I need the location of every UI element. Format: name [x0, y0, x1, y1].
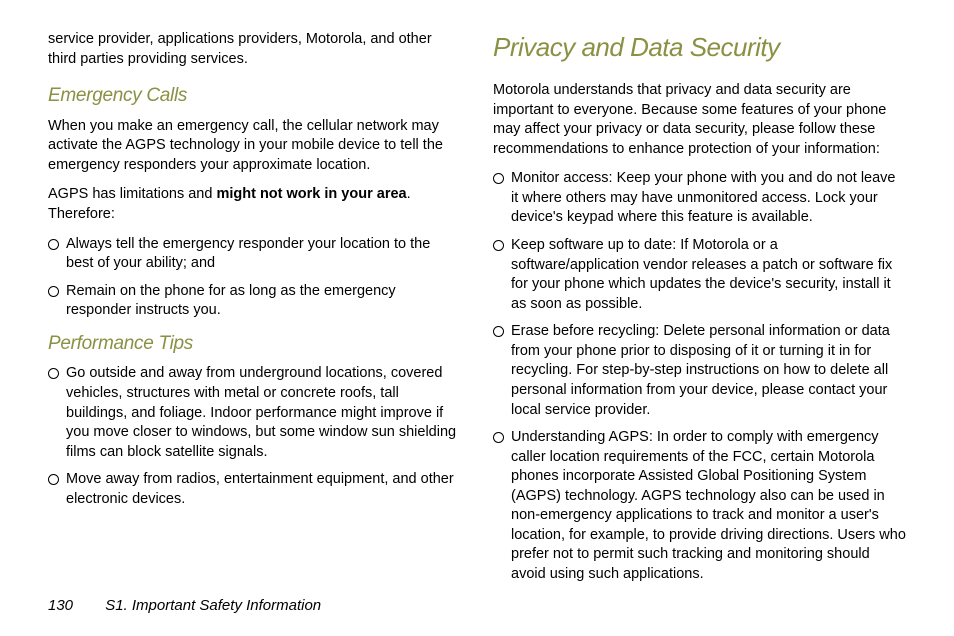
emergency-paragraph-2: AGPS has limitations and might not work …	[48, 185, 461, 224]
heading-performance-tips: Performance Tips	[48, 331, 461, 357]
heading-privacy-data-security: Privacy and Data Security	[493, 30, 906, 65]
emergency-paragraph-1: When you make an emergency call, the cel…	[48, 117, 461, 176]
emergency-bullets: Always tell the emergency responder your…	[48, 235, 461, 321]
performance-bullets: Go outside and away from underground loc…	[48, 364, 461, 509]
intro-continuation: service provider, applications providers…	[48, 30, 461, 69]
privacy-bullets: Monitor access: Keep your phone with you…	[493, 169, 906, 584]
page-footer: 130 S1. Important Safety Information	[48, 597, 321, 614]
list-item: Erase before recycling: Delete personal …	[493, 322, 906, 420]
section-title: S1. Important Safety Information	[105, 597, 321, 614]
text-fragment: AGPS has limitations and	[48, 186, 216, 202]
list-item: Keep software up to date: If Motorola or…	[493, 236, 906, 314]
bold-text: might not work in your area	[216, 186, 406, 202]
left-column: service provider, applications providers…	[48, 30, 461, 590]
list-item: Go outside and away from underground loc…	[48, 364, 461, 462]
content-columns: service provider, applications providers…	[48, 30, 906, 590]
list-item: Remain on the phone for as long as the e…	[48, 282, 461, 321]
list-item: Move away from radios, entertainment equ…	[48, 470, 461, 509]
list-item: Monitor access: Keep your phone with you…	[493, 169, 906, 228]
page-number: 130	[48, 597, 73, 614]
right-column: Privacy and Data Security Motorola under…	[493, 30, 906, 590]
heading-emergency-calls: Emergency Calls	[48, 83, 461, 109]
list-item: Always tell the emergency responder your…	[48, 235, 461, 274]
privacy-intro: Motorola understands that privacy and da…	[493, 81, 906, 159]
list-item: Understanding AGPS: In order to comply w…	[493, 428, 906, 585]
